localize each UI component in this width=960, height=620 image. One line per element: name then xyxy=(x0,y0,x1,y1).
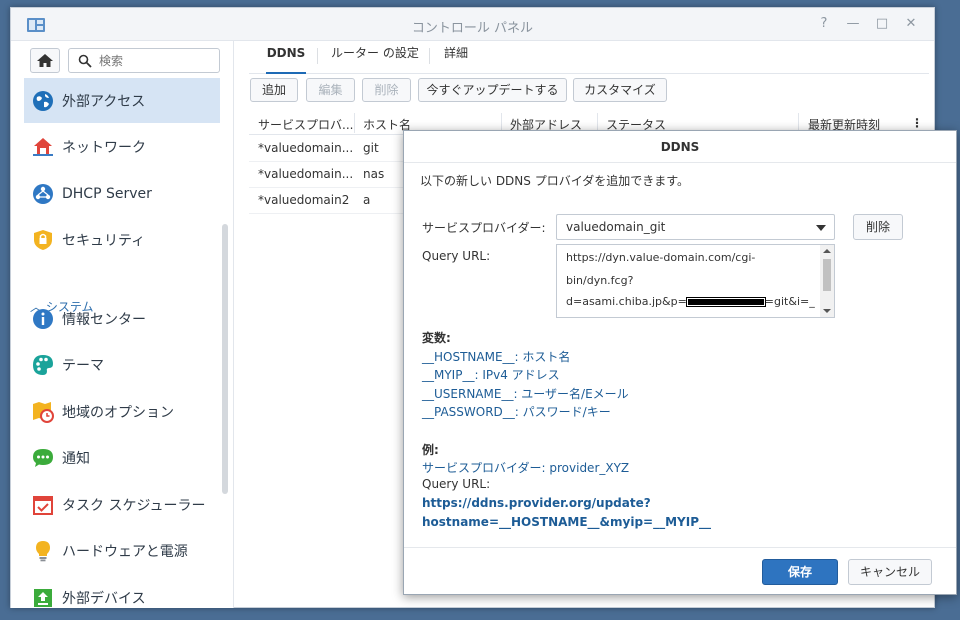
column-header-provider[interactable]: サービスプロバ... xyxy=(258,116,353,133)
sidebar-item-external-access[interactable]: 外部アクセス xyxy=(24,78,220,123)
update-now-button[interactable]: 今すぐアップデートする xyxy=(418,78,567,102)
cell-hostname: nas xyxy=(363,167,385,181)
dialog-intro-text: 以下の新しい DDNS プロバイダを追加できます。 xyxy=(420,174,690,188)
search-icon xyxy=(78,54,92,68)
dialog-footer: 保存 キャンセル xyxy=(404,547,956,594)
add-button[interactable]: 追加 xyxy=(250,78,298,102)
sidebar-item-notification[interactable]: 通知 xyxy=(24,435,220,480)
upload-icon xyxy=(34,588,52,607)
sidebar-item-label: 地域のオプション xyxy=(62,404,174,421)
variable-hostname: __HOSTNAME__: ホスト名 xyxy=(422,350,571,364)
cell-provider: *valuedomain... xyxy=(258,167,354,181)
dhcp-icon xyxy=(33,183,53,204)
ddns-dialog: DDNS 以下の新しい DDNS プロバイダを追加できます。 サービスプロバイダ… xyxy=(403,130,957,595)
query-url-line: bin/dyn.fcg? xyxy=(566,274,634,287)
sidebar: 外部アクセス ネットワーク DHCP Server xyxy=(11,41,234,608)
cancel-button[interactable]: キャンセル xyxy=(848,559,932,585)
provider-select[interactable]: valuedomain_git xyxy=(556,214,835,240)
sidebar-item-task-scheduler[interactable]: タスク スケジューラー xyxy=(24,482,220,527)
close-icon[interactable]: ✕ xyxy=(903,16,919,32)
provider-label: サービスプロバイダー: xyxy=(422,221,546,235)
info-icon xyxy=(33,308,53,329)
delete-button[interactable]: 削除 xyxy=(362,78,411,102)
query-url-label: Query URL: xyxy=(422,249,491,263)
redaction-bar xyxy=(685,297,766,307)
home-button[interactable] xyxy=(30,48,60,73)
lightbulb-icon xyxy=(36,540,50,561)
sidebar-item-info-center[interactable]: 情報センター xyxy=(24,296,220,341)
variable-myip: __MYIP__: IPv4 アドレス xyxy=(422,368,560,382)
column-divider xyxy=(354,113,355,133)
sidebar-item-label: タスク スケジューラー xyxy=(62,497,206,514)
calendar-check-icon xyxy=(33,495,53,515)
dialog-title[interactable]: DDNS xyxy=(404,131,956,163)
tab-advanced[interactable]: 詳細 xyxy=(444,41,468,74)
sidebar-item-regional-options[interactable]: 地域のオプション xyxy=(24,389,220,434)
sidebar-item-security[interactable]: セキュリティ xyxy=(24,217,220,262)
sidebar-item-label: 情報センター xyxy=(62,311,146,328)
edit-button[interactable]: 編集 xyxy=(306,78,355,102)
provider-select-value: valuedomain_git xyxy=(566,220,666,234)
example-url-line1: https://ddns.provider.org/update? xyxy=(422,496,651,510)
query-url-fragment: =git&i=_ xyxy=(764,295,815,308)
sidebar-item-network[interactable]: ネットワーク xyxy=(24,124,220,169)
tab-ddns[interactable]: DDNS xyxy=(266,41,306,74)
delete-provider-button[interactable]: 削除 xyxy=(853,214,903,240)
palette-icon xyxy=(33,354,53,375)
example-url-line2: hostname=__HOSTNAME__&myip=__MYIP__ xyxy=(422,515,711,529)
query-url-line: https://dyn.value-domain.com/cgi- xyxy=(566,251,756,264)
sidebar-item-theme[interactable]: テーマ xyxy=(24,342,220,387)
chat-bubble-icon xyxy=(33,448,53,467)
sidebar-item-dhcp-server[interactable]: DHCP Server xyxy=(24,171,220,216)
search-input[interactable] xyxy=(97,52,215,70)
maximize-icon[interactable]: □ xyxy=(874,16,890,32)
tab-router-settings[interactable]: ルーター の設定 xyxy=(331,41,419,74)
sidebar-item-label: テーマ xyxy=(62,357,104,374)
tab-bar: DDNS ルーター の設定 詳細 xyxy=(249,41,929,74)
sidebar-item-hardware-power[interactable]: ハードウェアと電源 xyxy=(24,528,220,573)
shield-icon xyxy=(34,229,52,250)
cell-provider: *valuedomain2 xyxy=(258,193,350,207)
sidebar-scrollbar[interactable] xyxy=(222,224,228,494)
scroll-up-icon[interactable] xyxy=(823,249,831,253)
help-icon[interactable]: ? xyxy=(816,16,832,32)
globe-icon xyxy=(33,90,53,111)
example-provider: サービスプロバイダー: provider_XYZ xyxy=(422,461,630,475)
chevron-down-icon xyxy=(816,225,826,231)
sidebar-item-label: ネットワーク xyxy=(62,139,146,156)
sidebar-item-label: ハードウェアと電源 xyxy=(62,543,188,560)
variable-password: __PASSWORD__: パスワード/キー xyxy=(422,405,611,419)
title-bar[interactable]: コントロール パネル ? — □ ✕ xyxy=(11,8,934,41)
query-url-fragment: d=asami.chiba.jp&p= xyxy=(566,295,687,308)
tab-separator xyxy=(317,48,318,64)
example-query-label: Query URL: xyxy=(422,477,491,491)
home-icon xyxy=(37,54,53,67)
sidebar-item-label: 外部デバイス xyxy=(62,590,146,607)
sidebar-item-label: DHCP Server xyxy=(62,185,152,202)
network-house-icon xyxy=(33,137,53,156)
region-clock-icon xyxy=(33,401,54,423)
window-title: コントロール パネル xyxy=(411,21,534,36)
variable-username: __USERNAME__: ユーザー名/Eメール xyxy=(422,387,629,401)
query-url-scrollbar[interactable] xyxy=(820,245,834,317)
sidebar-item-label: セキュリティ xyxy=(62,232,146,249)
sidebar-item-label: 通知 xyxy=(62,450,90,467)
query-url-line: d=asami.chiba.jp&p= =git&i=_ xyxy=(566,295,815,308)
example-title: 例: xyxy=(422,443,439,457)
cell-hostname: a xyxy=(363,193,371,207)
scroll-down-icon[interactable] xyxy=(823,309,831,313)
sidebar-item-external-devices[interactable]: 外部デバイス xyxy=(24,575,220,620)
column-menu-icon[interactable]: ⋮ xyxy=(911,116,923,130)
customize-button[interactable]: カスタマイズ xyxy=(573,78,667,102)
cell-hostname: git xyxy=(363,141,379,155)
query-url-textarea[interactable]: https://dyn.value-domain.com/cgi- bin/dy… xyxy=(556,244,835,318)
scroll-thumb[interactable] xyxy=(823,259,831,291)
variables-title: 変数: xyxy=(422,331,451,345)
save-button[interactable]: 保存 xyxy=(762,559,838,585)
minimize-icon[interactable]: — xyxy=(845,16,861,32)
sidebar-item-label: 外部アクセス xyxy=(62,93,146,110)
cell-provider: *valuedomain... xyxy=(258,141,354,155)
tab-separator xyxy=(429,48,430,64)
search-box[interactable] xyxy=(68,48,220,73)
